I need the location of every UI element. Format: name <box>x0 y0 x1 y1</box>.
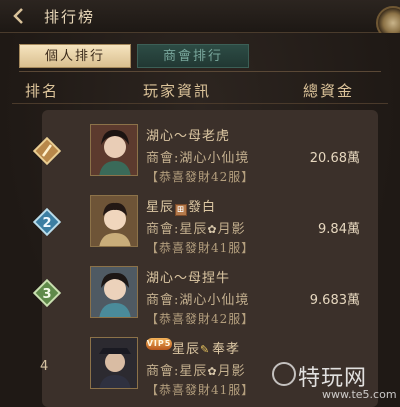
server-name: 【恭喜發財42服】 <box>146 312 255 326</box>
mahjong-tile-icon: ⊞ <box>175 204 188 216</box>
watermark: 特玩网 www.te5.com <box>272 360 400 407</box>
funds-unit: 萬 <box>346 293 360 308</box>
player-name: 湖心～母老虎 <box>146 129 231 144</box>
player-name: VIP5 星辰✎ 奉孝 <box>146 338 241 357</box>
player-name: 星辰 ⊞ 發白 <box>146 196 216 216</box>
funds-value: 9.84 <box>318 222 347 237</box>
player-name-suffix: 奉孝 <box>212 342 241 357</box>
tab-personal-ranking[interactable]: 個人排行 <box>19 44 131 68</box>
server-name: 【恭喜發財42服】 <box>146 170 255 184</box>
total-funds: 20.68萬 <box>310 147 360 166</box>
column-header-total-funds: 總資金 <box>303 82 355 100</box>
guild-name: 商會:星辰✿月影 <box>146 218 246 237</box>
avatar[interactable] <box>90 337 138 389</box>
guild-name-prefix: 商會:星辰 <box>146 222 208 237</box>
funds-unit: 萬 <box>346 222 360 237</box>
total-funds: 9.84萬 <box>318 218 360 237</box>
guild-name-suffix: 月影 <box>217 222 246 237</box>
guild-name: 商會:湖心小仙境 <box>146 293 250 308</box>
player-name-prefix: 星辰 <box>146 200 175 215</box>
svg-text:3: 3 <box>42 287 51 302</box>
ranking-row-2[interactable]: 2 星辰 ⊞ 發白 商會:星辰✿月影 【恭喜發財41服】 9.84萬 <box>12 187 386 259</box>
server-name: 【恭喜發財41服】 <box>146 383 255 397</box>
back-arrow-icon[interactable] <box>10 6 30 26</box>
rank-2-diamond-icon: 2 <box>32 207 62 237</box>
vip-badge: VIP5 <box>146 338 172 350</box>
title-bar: 排行榜 <box>0 0 400 40</box>
ranking-row-1[interactable]: 湖心～母老虎 商會:湖心小仙境 【恭喜發財42服】 20.68萬 <box>12 116 386 188</box>
funds-value: 20.68 <box>309 151 347 166</box>
page-title: 排行榜 <box>44 8 96 26</box>
tab-divider <box>19 71 381 72</box>
guild-name-prefix: 商會:星辰 <box>146 364 208 379</box>
total-funds: 9.683萬 <box>310 289 360 308</box>
funds-value: 9.683 <box>309 293 347 308</box>
player-name: 湖心～母捏牛 <box>146 271 231 286</box>
guild-name: 商會:湖心小仙境 <box>146 151 250 166</box>
header-divider <box>12 103 388 104</box>
column-header-rank: 排名 <box>25 82 60 100</box>
flower-icon: ✿ <box>207 365 218 378</box>
avatar[interactable] <box>90 124 138 176</box>
rank-number: 4 <box>40 359 49 374</box>
rank-3-diamond-icon: 3 <box>32 278 62 308</box>
tab-guild-ranking[interactable]: 商會排行 <box>137 44 249 68</box>
avatar[interactable] <box>90 195 138 247</box>
svg-text:2: 2 <box>42 216 51 231</box>
avatar[interactable] <box>90 266 138 318</box>
guild-name-suffix: 月影 <box>217 364 246 379</box>
server-name: 【恭喜發財41服】 <box>146 241 255 255</box>
player-name-prefix: 星辰 <box>172 342 201 357</box>
watermark-url: www.te5.com <box>322 388 397 401</box>
funds-unit: 萬 <box>346 151 360 166</box>
flower-icon: ✿ <box>207 223 218 236</box>
watermark-logo-icon <box>272 362 296 386</box>
guild-name: 商會:星辰✿月影 <box>146 360 246 379</box>
rank-1-diamond-icon <box>32 136 62 166</box>
column-header-player-info: 玩家資訊 <box>143 82 212 100</box>
player-name-suffix: 發白 <box>188 200 217 215</box>
brush-icon: ✎ <box>200 343 211 356</box>
ranking-row-3[interactable]: 3 湖心～母捏牛 商會:湖心小仙境 【恭喜發財42服】 9.683萬 <box>12 258 386 330</box>
